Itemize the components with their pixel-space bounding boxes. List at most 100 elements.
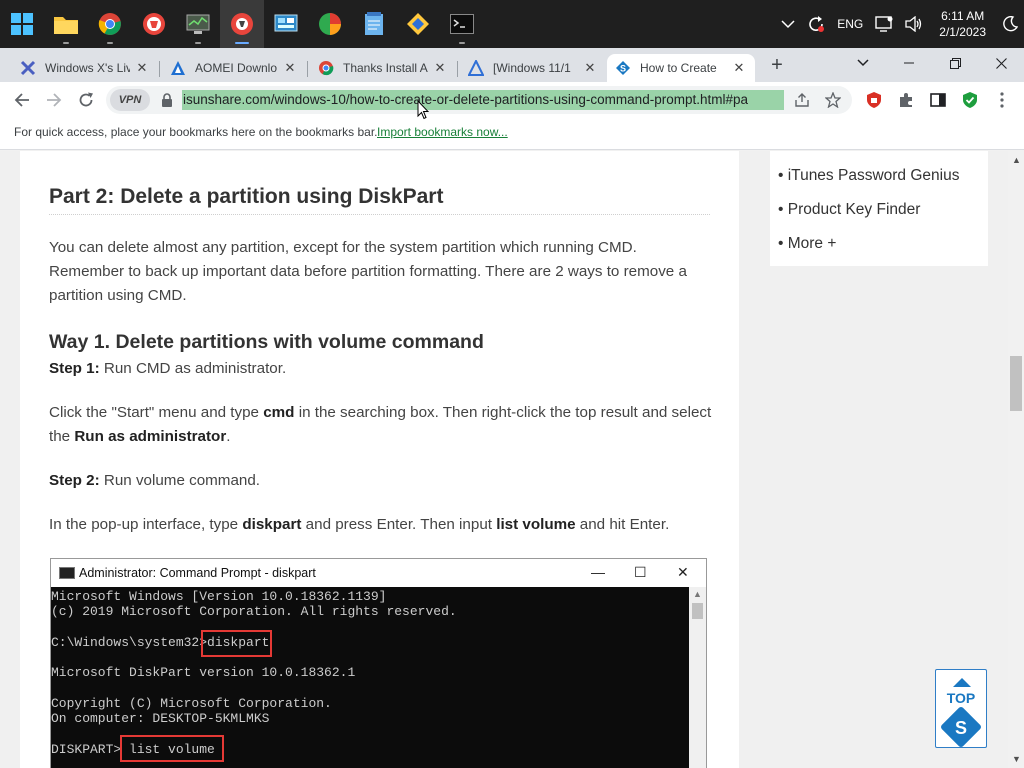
top-label: TOP — [946, 690, 976, 706]
color-tool-icon — [319, 13, 341, 35]
scroll-thumb[interactable] — [1010, 356, 1022, 411]
popup-end-text: and hit Enter. — [575, 516, 670, 533]
cmd-title: Administrator: Command Prompt - diskpart — [79, 566, 316, 580]
system-monitor-button[interactable] — [176, 0, 220, 48]
close-tab-icon[interactable]: ✕ — [432, 60, 448, 76]
cmd-close-icon: ✕ — [677, 564, 689, 580]
sidebar-item-product-key-finder[interactable]: • Product Key Finder — [778, 201, 920, 219]
tab-how-to-create[interactable]: S How to Create ✕ — [607, 54, 755, 82]
color-tool-button[interactable] — [308, 0, 352, 48]
system-monitor-icon — [186, 14, 210, 34]
forward-button[interactable] — [40, 86, 68, 114]
click-pre-text: Click the "Start" menu and type — [49, 404, 264, 421]
svg-text:S: S — [620, 64, 626, 74]
chrome-menu-button[interactable] — [992, 90, 1012, 110]
start-button[interactable] — [0, 0, 44, 48]
network-tray-button[interactable] — [869, 0, 899, 48]
close-tab-icon[interactable]: ✕ — [134, 60, 150, 76]
sidebar-item-more[interactable]: • More + — [778, 235, 836, 253]
chrome-favicon — [318, 60, 334, 76]
step-2-label: Step 2: — [49, 472, 100, 489]
night-mode-button[interactable] — [996, 0, 1024, 48]
tab-title: AOMEI Downlo — [195, 61, 278, 75]
url-text[interactable]: isunshare.com/windows-10/how-to-create-o… — [182, 90, 784, 110]
security-extension-button[interactable] — [960, 90, 980, 110]
partition-favicon — [468, 60, 484, 76]
active-browser-button[interactable] — [220, 0, 264, 48]
close-window-button[interactable] — [978, 48, 1024, 78]
tab-divider — [159, 61, 160, 77]
file-explorer-icon — [54, 17, 78, 34]
back-button[interactable] — [8, 86, 36, 114]
cmd-line: Microsoft DiskPart version 10.0.18362.1 — [51, 665, 356, 680]
share-button[interactable] — [791, 89, 813, 111]
click-end-text: . — [226, 428, 231, 445]
cmd-line: (c) 2019 Microsoft Corporation. All righ… — [51, 604, 457, 619]
step-1-text: Run CMD as administrator. — [99, 360, 287, 377]
puzzle-icon — [900, 93, 912, 107]
tab-aomei[interactable]: AOMEI Downlo ✕ — [162, 54, 306, 82]
up-arrow-icon — [953, 678, 971, 687]
lock-icon[interactable] — [160, 92, 174, 108]
volume-tray-button[interactable] — [899, 0, 929, 48]
shield-browser-icon — [143, 13, 165, 35]
cmd-scroll-up-icon: ▲ — [693, 589, 702, 599]
scroll-down-icon[interactable]: ▼ — [1012, 754, 1021, 764]
page-scrollbar[interactable]: ▲ ▼ — [1008, 151, 1024, 768]
windows-logo-icon — [11, 13, 33, 35]
side-panel-button[interactable] — [928, 90, 948, 110]
clock[interactable]: 6:11 AM 2/1/2023 — [929, 8, 996, 40]
cmd-minimize-icon: — — [591, 564, 605, 580]
minimize-button[interactable] — [886, 48, 932, 78]
file-explorer-button[interactable] — [44, 0, 88, 48]
cmd-scroll-thumb — [692, 603, 703, 619]
show-hidden-icons-button[interactable] — [775, 0, 801, 48]
tab-windows-11[interactable]: [Windows 11/1 ✕ — [460, 54, 606, 82]
scroll-up-icon[interactable]: ▲ — [1012, 155, 1021, 165]
running-indicator — [63, 42, 69, 44]
popup-pre-text: In the pop-up interface, type — [49, 516, 243, 533]
reload-button[interactable] — [72, 86, 100, 114]
speaker-icon — [905, 16, 922, 32]
close-tab-icon[interactable]: ✕ — [582, 60, 598, 76]
new-tab-button[interactable]: + — [764, 52, 790, 78]
tab-search-button[interactable] — [840, 48, 886, 78]
import-bookmarks-link[interactable]: Import bookmarks now... — [377, 125, 508, 139]
intro-paragraph: You can delete almost any partition, exc… — [49, 239, 687, 304]
back-to-top-button[interactable]: TOP S — [935, 669, 987, 749]
input-language-button[interactable]: ENG — [831, 0, 869, 48]
extensions-button[interactable] — [896, 90, 916, 110]
share-icon — [795, 93, 809, 107]
tab-thanks-install[interactable]: Thanks Install A ✕ — [310, 54, 456, 82]
isunshare-favicon: S — [615, 60, 631, 76]
notepad-button[interactable] — [352, 0, 396, 48]
sidebar-item-itunes-password-genius[interactable]: • iTunes Password Genius — [778, 167, 959, 185]
bookmarks-bar: For quick access, place your bookmarks h… — [0, 118, 1024, 150]
list-volume-keyword: list volume — [496, 516, 576, 533]
vpn-badge[interactable]: VPN — [110, 89, 150, 111]
close-icon — [995, 57, 1007, 69]
sync-tray-button[interactable] — [801, 0, 831, 48]
active-browser-icon — [231, 13, 253, 35]
chevron-down-icon — [857, 59, 869, 67]
restore-button[interactable] — [932, 48, 978, 78]
start-menu-paragraph: Click the "Start" menu and type cmd in t… — [49, 401, 714, 449]
chrome-button[interactable] — [88, 0, 132, 48]
tab-windows-x[interactable]: Windows X's Liv ✕ — [12, 54, 158, 82]
close-tab-icon[interactable]: ✕ — [731, 60, 747, 76]
bookmark-star-button[interactable] — [822, 89, 844, 111]
shield-extension-button[interactable] — [864, 90, 884, 110]
control-panel-button[interactable] — [264, 0, 308, 48]
cmd-scrollbar: ▲ — [689, 587, 706, 768]
clock-time: 6:11 AM — [941, 9, 985, 23]
network-icon — [875, 16, 893, 32]
terminal-button[interactable] — [440, 0, 484, 48]
shield-browser-button[interactable] — [132, 0, 176, 48]
close-tab-icon[interactable]: ✕ — [282, 60, 298, 76]
shield-check-icon — [963, 92, 977, 108]
cmd-maximize-icon: ☐ — [634, 564, 647, 580]
media-tool-button[interactable] — [396, 0, 440, 48]
running-indicator — [107, 42, 113, 44]
restore-icon — [949, 57, 961, 69]
notepad-icon — [365, 12, 383, 35]
